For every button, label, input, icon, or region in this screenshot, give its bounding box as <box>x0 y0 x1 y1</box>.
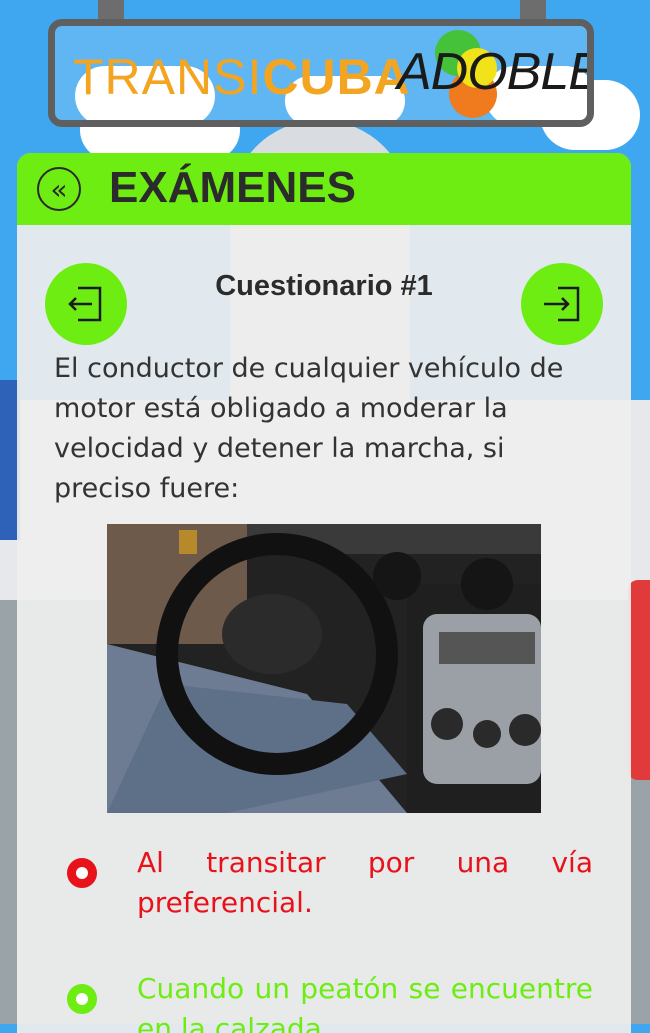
answer-text-2: Cuando un peatón se encuentre en la calz… <box>137 972 593 1033</box>
answer-option-2[interactable]: Cuando un peatón se encuentre en la calz… <box>67 969 607 1033</box>
question-image <box>107 524 541 813</box>
brand-sign: TRANSICUBA ADOBLE <box>48 19 594 127</box>
car-interior-photo <box>107 524 541 813</box>
enter-right-icon <box>544 286 580 322</box>
question-text: El conductor de cualquier vehículo de mo… <box>54 353 564 504</box>
double-chevron-left-icon: « <box>50 172 68 206</box>
exam-panel: « EXÁMENES Cuestionario #1 El conductor … <box>17 153 631 1033</box>
panel-header: « EXÁMENES <box>17 153 631 225</box>
radio-unselected-icon[interactable] <box>67 984 97 1014</box>
answer-option-1[interactable]: Al transitar por una vía preferencial. <box>67 843 607 933</box>
brand-adoble: ADOBLE <box>397 43 594 101</box>
radio-selected-icon[interactable] <box>67 858 97 888</box>
next-question-button[interactable] <box>521 263 603 345</box>
brand-transicuba: TRANSICUBA <box>73 49 411 105</box>
back-button[interactable]: « <box>37 167 81 211</box>
page-title: EXÁMENES <box>109 163 356 212</box>
answer-text-1: Al transitar por una vía preferencial. <box>137 846 593 919</box>
